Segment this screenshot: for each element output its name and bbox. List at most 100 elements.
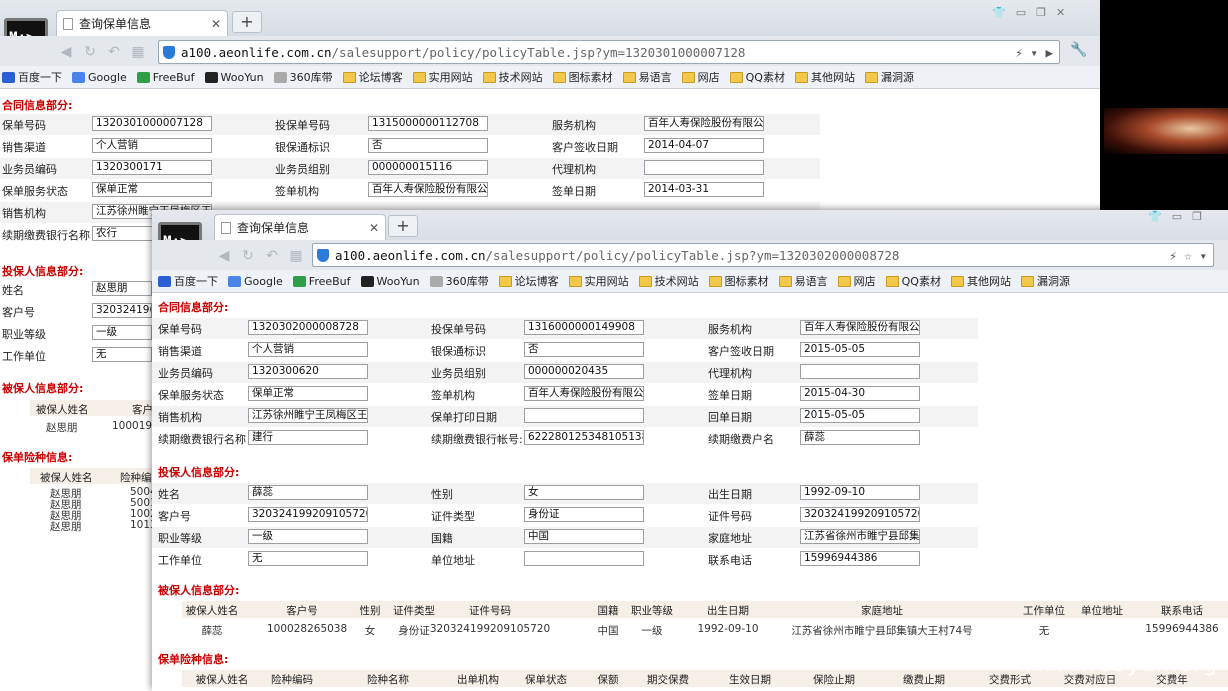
field-value[interactable]: 百年人寿保险股份有限公司 xyxy=(800,320,920,335)
grid-icon[interactable]: ▦ xyxy=(128,42,148,62)
bookmark-item[interactable]: 易语言 xyxy=(778,273,828,289)
bookmark-item[interactable]: QQ素材 xyxy=(885,273,941,289)
undo-icon[interactable]: ↶ xyxy=(262,246,282,266)
field-value[interactable]: 2014-04-07 xyxy=(644,138,764,153)
wrench-icon[interactable]: 🔧 xyxy=(1070,42,1087,58)
bookmark-item[interactable]: 论坛博客 xyxy=(342,69,403,85)
close-icon[interactable]: ✕ xyxy=(1056,6,1065,19)
bookmark-item[interactable]: WooYun xyxy=(360,275,420,288)
bookmark-item[interactable]: 实用网站 xyxy=(568,273,629,289)
shirt-icon[interactable]: 👕 xyxy=(1148,210,1162,223)
field-value[interactable]: 薛蕊 xyxy=(800,430,920,445)
field-value[interactable] xyxy=(644,160,764,175)
new-tab-button[interactable]: + xyxy=(388,215,418,237)
bookmark-item[interactable]: 网店 xyxy=(837,273,876,289)
bookmark-item[interactable]: 百度一下 xyxy=(158,273,218,289)
field-value[interactable]: 个人营销 xyxy=(92,138,212,153)
field-value[interactable]: 000000020435 xyxy=(524,364,644,379)
field-value[interactable]: 320324199209105720 xyxy=(248,507,368,522)
field-value[interactable]: 2014-03-31 xyxy=(644,182,764,197)
field-value[interactable]: 百年人寿保险股份有限公司 xyxy=(368,182,488,197)
field-value[interactable]: 320324199209105720 xyxy=(800,507,920,522)
address-actions-icon[interactable]: ⚡ ☆ ▾ xyxy=(1169,248,1213,263)
back-address-bar[interactable]: a100.aeonlife.com.cn/salesupport/policy/… xyxy=(158,40,1060,64)
field-value[interactable]: 2015-04-30 xyxy=(800,386,920,401)
bookmark-item[interactable]: 图标素材 xyxy=(708,273,769,289)
bookmark-item[interactable]: FreeBuf xyxy=(136,71,195,84)
field-value[interactable]: 薛蕊 xyxy=(248,485,368,500)
field-value[interactable]: 1315000000112708 xyxy=(368,116,488,131)
field-value[interactable]: 建行 xyxy=(248,430,368,445)
reload-icon[interactable]: ↻ xyxy=(80,42,100,62)
shirt-icon[interactable]: 👕 xyxy=(992,6,1006,19)
new-tab-button[interactable]: + xyxy=(232,11,262,33)
close-tab-icon[interactable]: ✕ xyxy=(211,17,221,31)
field-value[interactable]: 百年人寿保险股份有限公司 xyxy=(524,386,644,401)
bookmark-item[interactable]: 图标素材 xyxy=(552,69,613,85)
field-value[interactable]: 1320300620 xyxy=(248,364,368,379)
back-tab-active[interactable]: 查询保单信息 ✕ xyxy=(56,10,228,36)
field-value[interactable]: 1320301000007128 xyxy=(92,116,212,131)
bookmark-item[interactable]: 漏洞源 xyxy=(864,69,914,85)
field-value[interactable]: 否 xyxy=(524,342,644,357)
bookmark-item[interactable]: 其他网站 xyxy=(950,273,1011,289)
undo-icon[interactable]: ↶ xyxy=(104,42,124,62)
field-value[interactable]: 000000015116 xyxy=(368,160,488,175)
field-value[interactable]: 否 xyxy=(368,138,488,153)
bookmark-item[interactable]: Google xyxy=(228,275,283,288)
minimize-icon[interactable]: ▭ xyxy=(1016,6,1026,19)
grid-icon[interactable]: ▦ xyxy=(286,246,306,266)
field-value[interactable] xyxy=(524,551,644,566)
field-value[interactable]: 赵思朋 xyxy=(92,281,152,296)
field-value[interactable]: 保单正常 xyxy=(92,182,212,197)
field-value[interactable]: 1992-09-10 xyxy=(800,485,920,500)
front-tab-active[interactable]: 查询保单信息 ✕ xyxy=(214,214,386,240)
field-value[interactable]: 1320300171 xyxy=(92,160,212,175)
field-value[interactable]: 6222801253481051381 xyxy=(524,430,644,445)
field-value[interactable]: 无 xyxy=(92,347,152,362)
bookmark-item[interactable]: 网店 xyxy=(681,69,720,85)
field-value[interactable] xyxy=(800,364,920,379)
minimize-icon[interactable]: ▭ xyxy=(1172,210,1182,223)
bookmark-item[interactable]: 360库带 xyxy=(429,273,489,289)
bookmark-item[interactable]: 论坛博客 xyxy=(498,273,559,289)
field-value[interactable]: 中国 xyxy=(524,529,644,544)
field-value[interactable]: 2015-05-05 xyxy=(800,408,920,423)
back-arrow-icon[interactable]: ◀ xyxy=(56,42,76,62)
field-value[interactable]: 女 xyxy=(524,485,644,500)
reload-icon[interactable]: ↻ xyxy=(238,246,258,266)
bookmark-item[interactable]: 易语言 xyxy=(622,69,672,85)
back-arrow-icon[interactable]: ◀ xyxy=(214,246,234,266)
restore-icon[interactable]: ❐ xyxy=(1192,210,1202,223)
bookmark-item[interactable]: 其他网站 xyxy=(794,69,855,85)
bookmark-item[interactable]: FreeBuf xyxy=(292,275,351,288)
field-value[interactable] xyxy=(524,408,644,423)
restore-icon[interactable]: ❐ xyxy=(1036,6,1046,19)
field-value[interactable]: 一级 xyxy=(248,529,368,544)
field-value[interactable]: 1320302000008728 xyxy=(248,320,368,335)
bookmark-item[interactable]: WooYun xyxy=(204,71,264,84)
field-value[interactable]: 江苏徐州睢宁王凤梅区王厂 xyxy=(248,408,368,423)
bookmark-item[interactable]: 实用网站 xyxy=(412,69,473,85)
bookmark-item[interactable]: 技术网站 xyxy=(482,69,543,85)
field-value[interactable]: 15996944386 xyxy=(800,551,920,566)
field-value[interactable]: 保单正常 xyxy=(248,386,368,401)
field-value[interactable]: 32032419690 xyxy=(92,303,152,318)
bookmark-item[interactable]: Google xyxy=(72,71,127,84)
bookmark-item[interactable]: 漏洞源 xyxy=(1020,273,1070,289)
field-value[interactable]: 江苏省徐州市睢宁县邱集镇 xyxy=(800,529,920,544)
bookmark-item[interactable]: 360库带 xyxy=(273,69,333,85)
field-value[interactable]: 一级 xyxy=(92,325,152,340)
field-value[interactable]: 1316000000149908 xyxy=(524,320,644,335)
bookmark-item[interactable]: QQ素材 xyxy=(729,69,785,85)
field-value[interactable]: 百年人寿保险股份有限公司 xyxy=(644,116,764,131)
field-value[interactable]: 身份证 xyxy=(524,507,644,522)
field-value[interactable]: 无 xyxy=(248,551,368,566)
address-actions-icon[interactable]: ⚡ ▾ ▶ xyxy=(1015,45,1059,60)
bookmark-item[interactable]: 百度一下 xyxy=(2,69,62,85)
field-value[interactable]: 2015-05-05 xyxy=(800,342,920,357)
close-tab-icon[interactable]: ✕ xyxy=(369,221,379,235)
bookmark-item[interactable]: 技术网站 xyxy=(638,273,699,289)
front-address-bar[interactable]: a100.aeonlife.com.cn/salesupport/policy/… xyxy=(312,243,1214,267)
field-value[interactable]: 个人营销 xyxy=(248,342,368,357)
